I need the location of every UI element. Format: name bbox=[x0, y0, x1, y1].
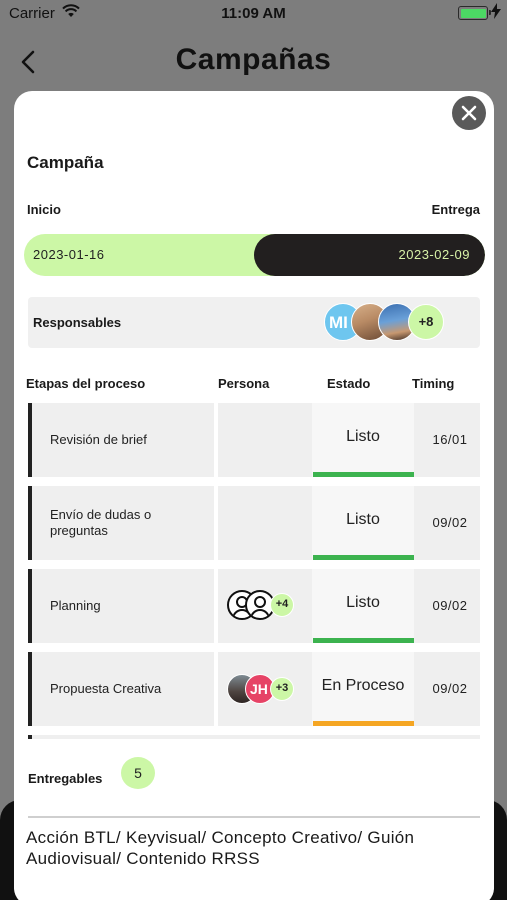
avatar-initials: JH bbox=[250, 681, 268, 697]
more-count-badge: +3 bbox=[270, 677, 294, 701]
entregables-label: Entregables bbox=[28, 771, 103, 786]
table-row[interactable]: Envío de dudas o preguntas Listo 09/02 bbox=[28, 486, 480, 560]
timing-cell: 09/02 bbox=[414, 486, 480, 560]
etapa-label: Envío de dudas o preguntas bbox=[50, 507, 152, 538]
date-range-bar: 2023-01-16 2023-02-09 bbox=[24, 234, 485, 276]
timing-label: 09/02 bbox=[432, 515, 468, 530]
more-count-badge: +8 bbox=[408, 304, 444, 340]
navigation-bar: Campañas bbox=[0, 36, 507, 86]
table-row bbox=[28, 735, 480, 739]
estado-cell: En Proceso bbox=[312, 652, 414, 726]
etapa-cell: Envío de dudas o preguntas bbox=[32, 486, 214, 560]
estado-cell: Listo bbox=[312, 486, 414, 560]
end-date: 2023-02-09 bbox=[398, 247, 470, 262]
persona-cell: +4 bbox=[218, 569, 312, 643]
persona-cell bbox=[218, 403, 312, 477]
divider bbox=[28, 816, 480, 818]
status-underline bbox=[313, 472, 414, 477]
etapa-cell: Propuesta Creativa bbox=[32, 652, 214, 726]
timing-cell: 16/01 bbox=[414, 403, 480, 477]
more-count-badge: +4 bbox=[270, 593, 294, 617]
timing-cell: 09/02 bbox=[414, 652, 480, 726]
status-underline bbox=[313, 638, 414, 643]
responsables-row[interactable]: Responsables MI +8 bbox=[28, 297, 480, 348]
close-button[interactable] bbox=[452, 96, 486, 130]
status-underline bbox=[313, 721, 414, 726]
column-header-timing: Timing bbox=[412, 376, 455, 391]
estado-label: Listo bbox=[346, 594, 380, 611]
estado-cell: Listo bbox=[312, 569, 414, 643]
avatar-initials: MI bbox=[329, 313, 348, 332]
table-row[interactable]: Revisión de brief Listo 16/01 bbox=[28, 403, 480, 477]
column-header-estado: Estado bbox=[327, 376, 371, 391]
end-label: Entrega bbox=[431, 202, 480, 217]
timing-label: 16/01 bbox=[432, 432, 468, 447]
close-icon bbox=[461, 105, 477, 121]
estado-cell: Listo bbox=[312, 403, 414, 477]
status-bar: Carrier 11:09 AM bbox=[0, 0, 507, 28]
table-row[interactable]: Propuesta Creativa JH +3 En Proceso 09/0… bbox=[28, 652, 480, 726]
column-header-persona: Persona bbox=[218, 376, 270, 391]
start-label: Inicio bbox=[27, 202, 61, 217]
table-row[interactable]: Planning +4 Listo 09/02 bbox=[28, 569, 480, 643]
etapa-cell: Planning bbox=[32, 569, 214, 643]
timing-cell: 09/02 bbox=[414, 569, 480, 643]
clock: 11:09 AM bbox=[221, 5, 286, 22]
responsables-label: Responsables bbox=[33, 315, 122, 330]
timing-label: 09/02 bbox=[432, 681, 468, 696]
etapa-label: Planning bbox=[50, 598, 101, 613]
page-title: Campañas bbox=[175, 43, 332, 76]
estado-label: Listo bbox=[346, 511, 380, 528]
campaign-modal: Campaña Inicio Entrega 2023-01-16 2023-0… bbox=[14, 91, 494, 900]
persona-cell: JH +3 bbox=[218, 652, 312, 726]
estado-label: En Proceso bbox=[321, 677, 405, 694]
etapa-cell: Revisión de brief bbox=[32, 403, 214, 477]
timing-label: 09/02 bbox=[432, 598, 468, 613]
etapa-label: Propuesta Creativa bbox=[50, 681, 162, 696]
charging-bolt-icon bbox=[491, 3, 501, 22]
etapa-label: Revisión de brief bbox=[50, 432, 147, 447]
section-title: Campaña bbox=[27, 153, 104, 172]
start-date: 2023-01-16 bbox=[33, 247, 105, 262]
column-header-etapas: Etapas del proceso bbox=[26, 376, 146, 391]
entregables-description: Acción BTL/ Keyvisual/ Concepto Creativo… bbox=[26, 828, 415, 868]
entregables-count-badge: 5 bbox=[121, 757, 155, 789]
persona-cell bbox=[218, 486, 312, 560]
battery-icon bbox=[458, 6, 491, 20]
estado-label: Listo bbox=[346, 428, 380, 445]
status-underline bbox=[313, 555, 414, 560]
